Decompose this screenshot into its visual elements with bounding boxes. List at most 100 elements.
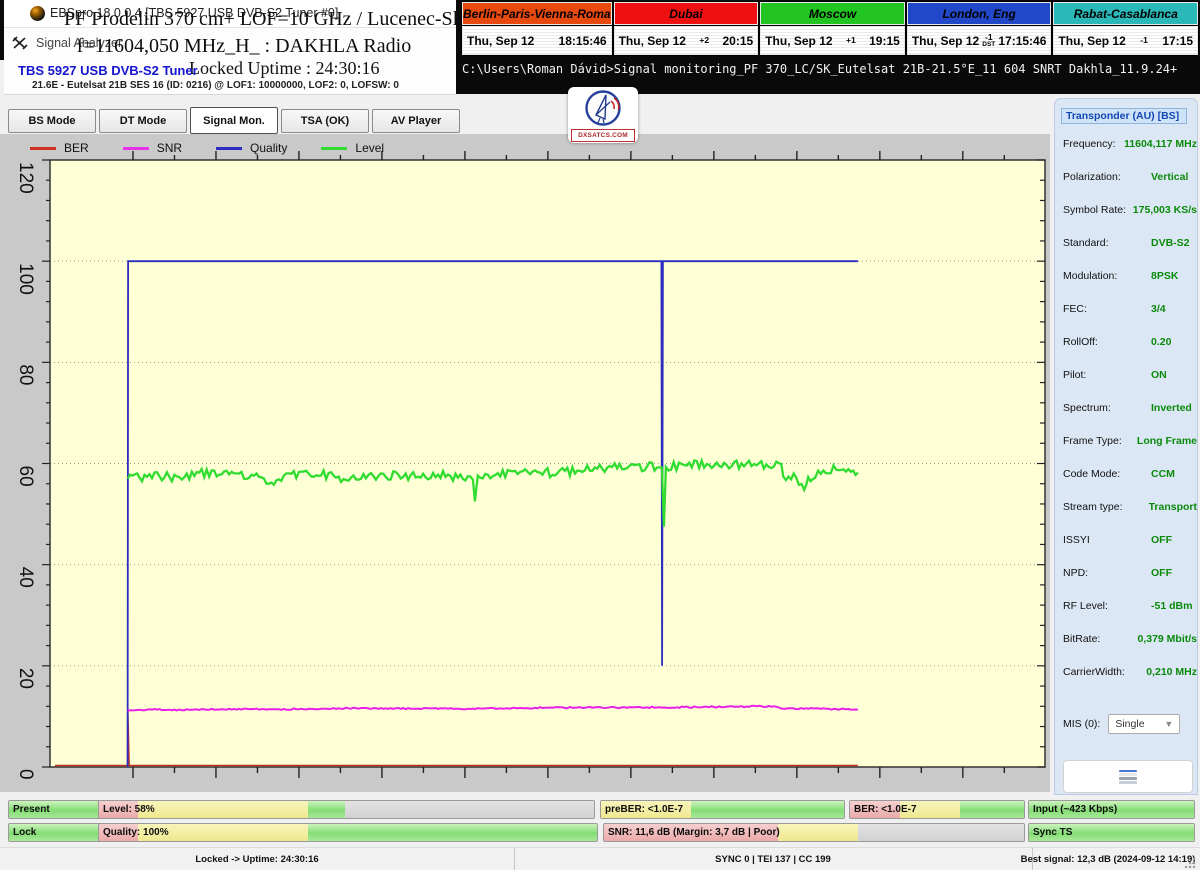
indicator-sync-ts: Sync TS [1028, 823, 1195, 842]
clock-time: Thu, Sep 12-1DST17:15:46 [907, 26, 1052, 55]
app-window: EBSpro 18.0.0.4 [TBS 5927 USB DVB-S2 Tun… [0, 0, 1200, 870]
chevron-down-icon: ▼ [1164, 719, 1173, 729]
transponder-list-button[interactable] [1063, 760, 1193, 793]
indicator-label: SNR: 11,6 dB (Margin: 3,7 dB | Poor) [608, 824, 780, 841]
clock-rabat-casablanca: Rabat-CasablancaThu, Sep 12-117:15 [1053, 2, 1198, 55]
indicator-label: Level: 58% [103, 801, 155, 818]
clock-time: Thu, Sep 1218:15:46 [462, 26, 612, 55]
clock-city-label: London, Eng [907, 2, 1052, 25]
logo-text: DXSATCS.COM [571, 129, 635, 142]
clock-time: Thu, Sep 12+220:15 [614, 26, 759, 55]
indicator-bars-row2: Lock Quality: 100% SNR: 11,6 dB (Margin: 3… [0, 823, 1200, 842]
transponder-fields: Frequency:11604,117 MHzPolarization:Vert… [1055, 127, 1197, 688]
indicator-bars-row1: Present Level: 58% preBER: <1.0E-7 BER: <1.… [0, 800, 1200, 819]
transponder-field: Frame Type:Long Frame [1055, 424, 1197, 457]
mis-row: MIS (0): Single ▼ [1055, 707, 1197, 740]
frequency-title: f=11604,050 MHz_H_ : DAKHLA Radio [44, 35, 444, 58]
tab-bs-mode[interactable]: BS Mode [8, 109, 96, 133]
svg-text:20: 20 [15, 668, 36, 689]
tab-tsa-ok-[interactable]: TSA (OK) [281, 109, 369, 133]
legend-level: Level [321, 141, 384, 155]
svg-text:40: 40 [15, 567, 36, 588]
status-best-signal: Best signal: 12,3 dB (2024-09-12 14:19) [1032, 848, 1184, 870]
indicator-label: Present [13, 801, 50, 818]
mis-select[interactable]: Single ▼ [1108, 714, 1180, 734]
tuner-name: TBS 5927 USB DVB-S2 Tuner [18, 63, 198, 78]
resize-grip[interactable] [1185, 856, 1197, 868]
world-clocks: Berlin-Paris-Vienna-RomaThu, Sep 1218:15… [462, 2, 1198, 55]
transponder-field: Stream type:Transport [1055, 490, 1197, 523]
indicator-label: Sync TS [1033, 824, 1072, 841]
tab-signal-mon-[interactable]: Signal Mon. [190, 107, 278, 134]
status-uptime: Locked -> Uptime: 24:30:16 [0, 848, 515, 870]
indicator-label: BER: <1.0E-7 [854, 801, 917, 818]
legend-quality: Quality [216, 141, 287, 155]
dish-location-title: PF Prodelin 370 cm+ LOF=10 GHz / Lucenec… [64, 8, 460, 31]
signal-chart: 0 20 40 60 80 100 120 [0, 134, 1050, 792]
transponder-field: Polarization:Vertical [1055, 160, 1197, 193]
clock-time: Thu, Sep 12+119:15 [760, 26, 905, 55]
transponder-field: Modulation:8PSK [1055, 259, 1197, 292]
clock-city-label: Dubai [614, 2, 759, 25]
clock-city-label: Moscow [760, 2, 905, 25]
indicator-label: Quality: 100% [103, 824, 169, 841]
legend-ber: BER [30, 141, 89, 155]
indicator-lock: Lock [8, 823, 108, 842]
clock-moscow: MoscowThu, Sep 12+119:15 [760, 2, 905, 55]
satellite-dish-icon [583, 89, 623, 129]
clock-dubai: DubaiThu, Sep 12+220:15 [614, 2, 759, 55]
transponder-field: Code Mode:CCM [1055, 457, 1197, 490]
clock-city-label: Rabat-Casablanca [1053, 2, 1198, 25]
header-area: EBSpro 18.0.0.4 [TBS 5927 USB DVB-S2 Tun… [4, 0, 456, 95]
svg-text:100: 100 [15, 263, 36, 295]
mode-tabs: BS ModeDT ModeSignal Mon.TSA (OK)AV Play… [8, 109, 460, 134]
list-icon [1119, 770, 1137, 784]
mis-value: Single [1115, 718, 1144, 730]
dxsatcs-logo: DXSATCS.COM [568, 87, 638, 143]
tuner-info: 21.6E - Eutelsat 21B SES 16 (ID: 0216) @… [32, 80, 399, 91]
signal-chart-panel: 0 20 40 60 80 100 120 BER SNR Quality Level [0, 134, 1050, 792]
svg-text:80: 80 [15, 364, 36, 385]
signal-analyzer-icon [12, 35, 28, 51]
transponder-field: FEC:3/4 [1055, 292, 1197, 325]
transponder-field: Standard:DVB-S2 [1055, 226, 1197, 259]
svg-text:120: 120 [15, 162, 36, 194]
console-prompt: C:\Users\Roman Dávid>Signal monitoring_P… [462, 62, 1177, 76]
console-panel: M ( Berlin-Paris-Vienna-RomaThu, Sep 121… [456, 0, 1200, 94]
indicator-present: Present [8, 800, 108, 819]
clock-london-eng: London, EngThu, Sep 12-1DST17:15:46 [907, 2, 1052, 55]
clock-city-label: Berlin-Paris-Vienna-Roma [462, 2, 612, 25]
transponder-panel: Transponder (AU) [BS] Frequency:11604,11… [1054, 98, 1198, 795]
mis-label: MIS (0): [1063, 718, 1100, 730]
chart-legend: BER SNR Quality Level [30, 141, 384, 155]
indicator-preber: preBER: <1.0E-7 [600, 800, 845, 819]
status-bar: Locked -> Uptime: 24:30:16 SYNC 0 | TEI … [0, 847, 1200, 870]
indicator-snr: SNR: 11,6 dB (Margin: 3,7 dB | Poor) [603, 823, 1025, 842]
transponder-field: NPD:OFF [1055, 556, 1197, 589]
indicator-quality: Quality: 100% [98, 823, 598, 842]
transponder-field: Symbol Rate:175,003 KS/s [1055, 193, 1197, 226]
indicator-level: Level: 58% [98, 800, 595, 819]
transponder-field: CarrierWidth:0,210 MHz [1055, 655, 1197, 688]
tab-dt-mode[interactable]: DT Mode [99, 109, 187, 133]
status-sync: SYNC 0 | TEI 137 | CC 199 [514, 848, 1033, 870]
app-icon [30, 6, 45, 21]
transponder-field: RollOff:0.20 [1055, 325, 1197, 358]
indicator-ber: BER: <1.0E-7 [849, 800, 1025, 819]
transponder-title: Transponder (AU) [BS] [1061, 108, 1187, 124]
transponder-field: Pilot:ON [1055, 358, 1197, 391]
indicator-label: Lock [13, 824, 36, 841]
clock-time: Thu, Sep 12-117:15 [1053, 26, 1198, 55]
clock-berlin-paris-vienna-roma: Berlin-Paris-Vienna-RomaThu, Sep 1218:15… [462, 2, 612, 55]
svg-text:0: 0 [15, 769, 36, 780]
locked-uptime: Locked Uptime : 24:30:16 [189, 58, 379, 79]
indicator-input-kbps-: Input (~423 Kbps) [1028, 800, 1195, 819]
svg-text:60: 60 [15, 466, 36, 487]
transponder-field: Spectrum:Inverted [1055, 391, 1197, 424]
transponder-field: Frequency:11604,117 MHz [1055, 127, 1197, 160]
legend-snr: SNR [123, 141, 182, 155]
transponder-field: ISSYIOFF [1055, 523, 1197, 556]
indicator-label: Input (~423 Kbps) [1033, 801, 1117, 818]
indicator-label: preBER: <1.0E-7 [605, 801, 683, 818]
tab-av-player[interactable]: AV Player [372, 109, 460, 133]
